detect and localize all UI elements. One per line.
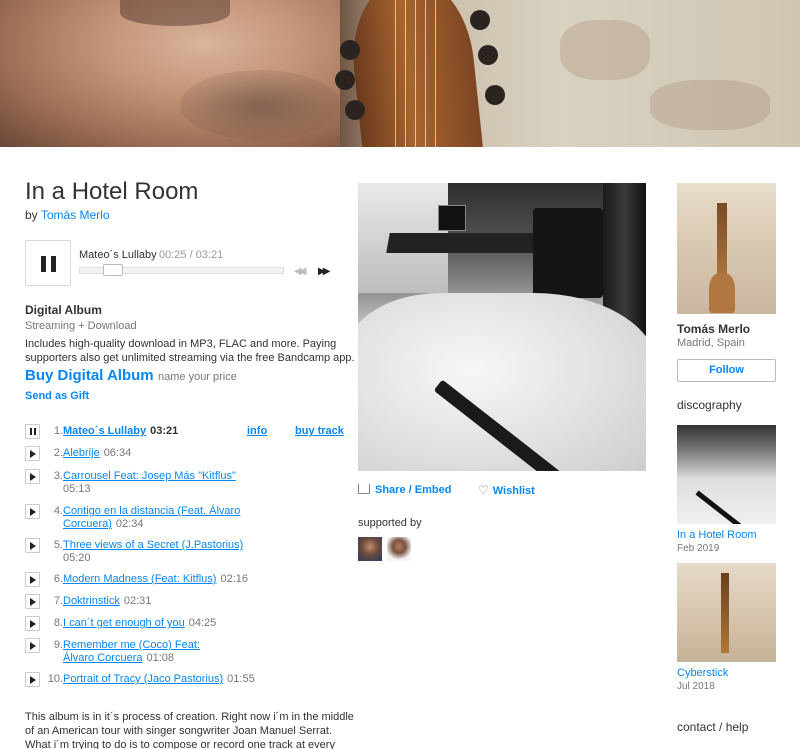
track-title-link[interactable]: Modern Madness (Feat: Kitflus) xyxy=(63,573,216,585)
previous-track-icon[interactable]: ◀◀ xyxy=(294,266,307,277)
track-play-button[interactable] xyxy=(25,504,40,519)
track-number: 7. xyxy=(53,595,63,607)
track-duration: 04:25 xyxy=(188,617,217,629)
play-icon xyxy=(30,473,36,481)
play-icon xyxy=(30,598,36,606)
track-duration: 05:13 xyxy=(63,483,91,495)
play-icon xyxy=(30,620,36,628)
track-title-link[interactable]: Doktrinstick xyxy=(63,595,120,607)
price-note: name your price xyxy=(158,371,237,383)
track-play-button[interactable] xyxy=(25,469,40,484)
track-play-button[interactable] xyxy=(25,572,40,587)
progress-thumb[interactable] xyxy=(103,264,123,276)
buy-track-link[interactable]: buy track xyxy=(295,425,344,438)
share-icon xyxy=(358,484,370,494)
format-subtitle: Streaming + Download xyxy=(25,320,137,332)
artist-photo[interactable] xyxy=(677,183,776,314)
share-label: Share / Embed xyxy=(375,484,452,496)
track-number: 1. xyxy=(53,425,63,437)
buy-digital-album-button[interactable]: Buy Digital Album xyxy=(25,367,154,384)
heart-icon: ♡ xyxy=(478,483,489,497)
discography-title-link[interactable]: In a Hotel Room xyxy=(677,529,756,541)
track-info-link[interactable]: info xyxy=(247,425,267,438)
discography-date: Feb 2019 xyxy=(677,543,720,554)
play-icon xyxy=(30,542,36,550)
discography-cover[interactable] xyxy=(677,425,776,524)
track-title-link[interactable]: Alebrije xyxy=(63,447,100,459)
byline-prefix: by xyxy=(25,208,38,222)
format-title: Digital Album xyxy=(25,303,102,317)
artist-location: Madrid, Spain xyxy=(677,337,745,349)
player-time: 00:25 / 03:21 xyxy=(159,249,224,261)
track-number: 2. xyxy=(53,447,63,459)
track-title-link[interactable]: Contigo en la distancia (Feat. Álvaro Co… xyxy=(63,505,240,530)
album-cover-art[interactable] xyxy=(358,183,646,471)
track-title-link[interactable]: I can´t get enough of you xyxy=(63,617,185,629)
track-number: 4. xyxy=(53,505,63,517)
track-play-button[interactable] xyxy=(25,538,40,553)
track-pause-button[interactable] xyxy=(25,424,40,439)
track-play-button[interactable] xyxy=(25,594,40,609)
track-duration: 02:16 xyxy=(220,573,248,585)
format-description: Includes high-quality download in MP3, F… xyxy=(25,338,355,364)
track-duration: 01:08 xyxy=(146,652,175,664)
pause-button[interactable] xyxy=(25,240,71,286)
supporter-avatar[interactable] xyxy=(387,537,411,561)
track-number: 9. xyxy=(53,639,63,651)
track-duration: 03:21 xyxy=(150,425,179,437)
artist-name[interactable]: Tomás Merlo xyxy=(677,322,750,336)
track-number: 6. xyxy=(53,573,63,585)
play-icon xyxy=(30,676,36,684)
supported-by-heading: supported by xyxy=(358,517,422,529)
track-number: 10. xyxy=(47,673,63,685)
play-icon xyxy=(30,450,36,458)
supporter-avatar[interactable] xyxy=(358,537,382,561)
track-duration: 01:55 xyxy=(227,673,255,685)
contact-help-link[interactable]: contact / help xyxy=(677,720,748,734)
track-duration: 05:20 xyxy=(63,552,91,564)
discography-date: Jul 2018 xyxy=(677,681,715,692)
album-about-text: This album is in it´s process of creatio… xyxy=(25,711,354,749)
track-duration: 06:34 xyxy=(103,447,132,459)
album-byline: by Tomás Merlo xyxy=(25,208,110,222)
artist-banner xyxy=(0,0,800,147)
discography-title-link[interactable]: Cyberstick xyxy=(677,667,728,679)
next-track-icon[interactable]: ▶▶ xyxy=(318,266,331,277)
follow-button[interactable]: Follow xyxy=(677,359,776,382)
play-icon xyxy=(30,576,36,584)
track-play-button[interactable] xyxy=(25,672,40,687)
track-play-button[interactable] xyxy=(25,638,40,653)
discography-cover[interactable] xyxy=(677,563,776,662)
send-as-gift-link[interactable]: Send as Gift xyxy=(25,390,89,402)
track-title-link[interactable]: Portrait of Tracy (Jaco Pastorius) xyxy=(63,673,223,685)
pause-icon xyxy=(41,256,46,272)
track-title-link[interactable]: Remember me (Coco) Feat: Álvaro Corcuera xyxy=(63,639,200,664)
player-track-title: Mateo´s Lullaby xyxy=(79,249,157,261)
track-duration: 02:34 xyxy=(115,518,144,530)
progress-bar[interactable] xyxy=(79,264,284,276)
track-title-link[interactable]: Three views of a Secret (J.Pastorius) xyxy=(63,539,243,551)
track-number: 5. xyxy=(53,539,63,551)
discography-heading: discography xyxy=(677,398,742,412)
track-play-button[interactable] xyxy=(25,446,40,461)
artist-link[interactable]: Tomás Merlo xyxy=(41,208,110,222)
album-title: In a Hotel Room xyxy=(25,178,199,205)
track-number: 3. xyxy=(53,470,63,482)
track-number: 8. xyxy=(53,617,63,629)
track-title-link[interactable]: Mateo´s Lullaby xyxy=(63,425,146,437)
pause-icon xyxy=(30,428,32,435)
track-play-button[interactable] xyxy=(25,616,40,631)
track-title-link[interactable]: Carrousel Feat: Josep Más "Kitflus" xyxy=(63,470,236,482)
wishlist-button[interactable]: ♡ Wishlist xyxy=(478,483,535,497)
share-embed-button[interactable]: Share / Embed xyxy=(358,483,451,496)
play-icon xyxy=(30,642,36,650)
track-duration: 02:31 xyxy=(123,595,152,607)
audio-player: Mateo´s Lullaby 00:25 / 03:21 ◀◀ ▶▶ xyxy=(25,240,345,286)
play-icon xyxy=(30,508,36,516)
wishlist-label: Wishlist xyxy=(492,485,535,497)
